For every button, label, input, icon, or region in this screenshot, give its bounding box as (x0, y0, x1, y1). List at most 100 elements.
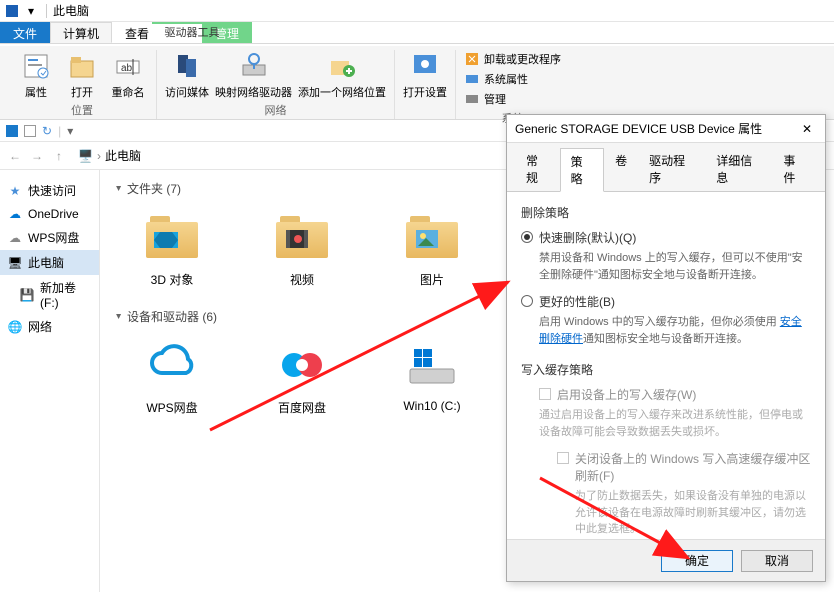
uninstall-icon (464, 51, 480, 67)
rename-icon: ab (112, 50, 144, 82)
tab-computer[interactable]: 计算机 (50, 22, 112, 43)
window-titlebar: ▾ 此电脑 (0, 0, 834, 22)
folder-icon (274, 209, 330, 265)
cache-policy-header: 写入缓存策略 (521, 361, 811, 378)
cloud-icon (144, 337, 200, 393)
remove-policy-header: 删除策略 (521, 204, 811, 221)
properties-dialog: Generic STORAGE DEVICE USB Device 属性 ✕ 常… (506, 114, 826, 582)
app-icon (6, 5, 18, 17)
separator: | (58, 124, 61, 138)
svg-text:ab: ab (121, 63, 133, 74)
ribbon-group-settings: 打开设置 (395, 50, 456, 119)
dialog-footer: 确定 取消 (507, 539, 825, 581)
ribbon-map-drive[interactable]: 映射网络驱动器 (215, 50, 292, 100)
sidebar-item-network[interactable]: 🌐网络 (0, 314, 99, 339)
settings-icon (409, 50, 441, 82)
ribbon-group-network: 访问媒体 映射网络驱动器 添加一个网络位置 网络 (157, 50, 395, 119)
up-icon[interactable]: ↑ (50, 147, 68, 165)
checkbox-icon (539, 388, 551, 400)
monitor-icon: 🖥️ (78, 149, 93, 163)
baidu-icon (274, 337, 330, 393)
open-icon (66, 50, 98, 82)
drive-baidu[interactable]: 百度网盘 (262, 337, 342, 416)
quick-remove-desc: 禁用设备和 Windows 上的写入缓存，但可以不使用"安全删除硬件"通知图标安… (539, 250, 811, 283)
radio-better-perf[interactable]: 更好的性能(B) (521, 293, 811, 310)
checkbox-disable-flush[interactable]: 关闭设备上的 Windows 写入高速缓存缓冲区刷新(F) (557, 450, 811, 484)
folder-pictures[interactable]: 图片 (392, 209, 472, 288)
disable-flush-desc: 为了防止数据丢失，如果设备没有单独的电源以允许该设备在电源故障时刷新其缓冲区，请… (575, 488, 811, 538)
folder-3dobjects[interactable]: 3D 对象 (132, 209, 212, 288)
folder-videos[interactable]: 视频 (262, 209, 342, 288)
forward-icon[interactable]: → (28, 147, 46, 165)
drive-win10c[interactable]: Win10 (C:) (392, 337, 472, 416)
radio-icon (521, 231, 533, 243)
ribbon-sysprops[interactable]: 系统属性 (464, 70, 561, 88)
sidebar-item-wps[interactable]: ☁WPS网盘 (0, 225, 99, 250)
close-button[interactable]: ✕ (797, 119, 817, 139)
tab-details[interactable]: 详细信息 (705, 147, 772, 191)
ok-button[interactable]: 确定 (661, 550, 733, 572)
checkbox-enable-cache[interactable]: 启用设备上的写入缓存(W) (539, 386, 811, 403)
tab-volumes[interactable]: 卷 (604, 147, 638, 191)
back-icon[interactable]: ← (6, 147, 24, 165)
window-title: 此电脑 (53, 2, 89, 19)
radio-icon (521, 295, 533, 307)
properties-icon (20, 50, 52, 82)
star-icon: ★ (8, 184, 22, 198)
ribbon-add-location[interactable]: 添加一个网络位置 (298, 50, 386, 100)
tab-events[interactable]: 事件 (772, 147, 817, 191)
folder-icon (144, 209, 200, 265)
cloud-icon: ☁ (8, 231, 22, 245)
tab-policy[interactable]: 策略 (560, 148, 605, 192)
check-icon[interactable] (6, 125, 18, 137)
ribbon-group-location: 属性 打开 ab 重命名 位置 (8, 50, 157, 119)
breadcrumb-current[interactable]: 此电脑 (105, 147, 141, 164)
radio-quick-remove[interactable]: 快速删除(默认)(Q) (521, 229, 811, 246)
manage-icon (464, 91, 480, 107)
dropdown-icon[interactable]: ▾ (67, 124, 73, 138)
tab-file[interactable]: 文件 (0, 22, 50, 43)
map-drive-icon (238, 50, 270, 82)
chevron-down-icon: ▸ (113, 186, 124, 191)
dropdown-icon[interactable]: ▾ (24, 4, 38, 18)
drive-icon (404, 337, 460, 393)
ribbon-group-system: 卸载或更改程序 系统属性 管理 系统 (456, 50, 569, 119)
network-icon: 🌐 (8, 320, 22, 334)
add-location-icon (326, 50, 358, 82)
ribbon-properties[interactable]: 属性 (16, 50, 56, 100)
checkbox-icon (557, 452, 569, 464)
ribbon-tabs: 文件 计算机 查看 管理 驱动器工具 (0, 22, 834, 44)
dialog-tabs: 常规 策略 卷 驱动程序 详细信息 事件 (507, 143, 825, 192)
tab-driver[interactable]: 驱动程序 (638, 147, 705, 191)
drive-wps[interactable]: WPS网盘 (132, 337, 212, 416)
drive-icon: 💾 (20, 288, 34, 302)
dialog-title: Generic STORAGE DEVICE USB Device 属性 (515, 120, 762, 137)
cancel-button[interactable]: 取消 (741, 550, 813, 572)
sidebar-item-onedrive[interactable]: ☁OneDrive (0, 203, 99, 225)
ribbon-access-media[interactable]: 访问媒体 (165, 50, 209, 100)
ribbon-open-settings[interactable]: 打开设置 (403, 50, 447, 100)
cloud-icon: ☁ (8, 207, 22, 221)
sidebar-item-newdrive[interactable]: 💾新加卷 (F:) (0, 275, 99, 314)
refresh-icon[interactable]: ↻ (42, 124, 52, 138)
folder-icon (404, 209, 460, 265)
enable-cache-desc: 通过启用设备上的写入缓存来改进系统性能，但停电或设备故障可能会导致数据丢失或损坏… (539, 407, 811, 440)
sidebar-item-thispc[interactable]: 🖥此电脑 (0, 250, 99, 275)
sidebar-item-quick[interactable]: ★快速访问 (0, 178, 99, 203)
ribbon-open[interactable]: 打开 (62, 50, 102, 100)
chevron-down-icon: ▸ (113, 314, 124, 319)
dialog-body: 删除策略 快速删除(默认)(Q) 禁用设备和 Windows 上的写入缓存，但可… (507, 192, 825, 539)
dialog-titlebar: Generic STORAGE DEVICE USB Device 属性 ✕ (507, 115, 825, 143)
sidebar: ★快速访问 ☁OneDrive ☁WPS网盘 🖥此电脑 💾新加卷 (F:) 🌐网… (0, 170, 100, 592)
ribbon-body: 属性 打开 ab 重命名 位置 访问媒体 映射网络驱动器 (0, 46, 834, 120)
tab-drive-tools-label[interactable]: 驱动器工具 (152, 22, 232, 40)
media-icon (171, 50, 203, 82)
tab-general[interactable]: 常规 (515, 147, 560, 191)
pc-icon: 🖥 (8, 256, 22, 270)
sysprops-icon (464, 71, 480, 87)
ribbon-rename[interactable]: ab 重命名 (108, 50, 148, 100)
better-perf-desc: 启用 Windows 中的写入缓存功能，但你必须使用 安全删除硬件通知图标安全地… (539, 314, 811, 347)
ribbon-manage[interactable]: 管理 (464, 90, 561, 108)
check2-icon[interactable] (24, 125, 36, 137)
ribbon-uninstall[interactable]: 卸载或更改程序 (464, 50, 561, 68)
